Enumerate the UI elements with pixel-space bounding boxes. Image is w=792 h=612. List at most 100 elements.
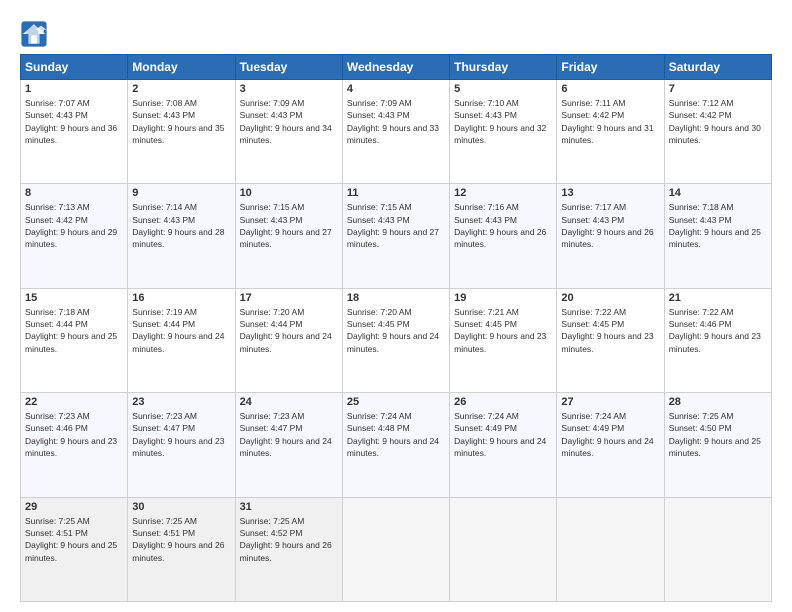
calendar-cell: 21 Sunrise: 7:22 AM Sunset: 4:46 PM Dayl…	[664, 288, 771, 392]
day-number: 10	[240, 187, 338, 199]
calendar-cell: 15 Sunrise: 7:18 AM Sunset: 4:44 PM Dayl…	[21, 288, 128, 392]
calendar-cell: 8 Sunrise: 7:13 AM Sunset: 4:42 PM Dayli…	[21, 184, 128, 288]
day-number: 14	[669, 187, 767, 199]
calendar-cell: 10 Sunrise: 7:15 AM Sunset: 4:43 PM Dayl…	[235, 184, 342, 288]
calendar-cell: 30 Sunrise: 7:25 AM Sunset: 4:51 PM Dayl…	[128, 497, 235, 601]
day-number: 1	[25, 83, 123, 95]
calendar-cell: 2 Sunrise: 7:08 AM Sunset: 4:43 PM Dayli…	[128, 80, 235, 184]
day-info: Sunrise: 7:12 AM Sunset: 4:42 PM Dayligh…	[669, 97, 767, 146]
day-info: Sunrise: 7:19 AM Sunset: 4:44 PM Dayligh…	[132, 306, 230, 355]
day-header-saturday: Saturday	[664, 55, 771, 80]
day-info: Sunrise: 7:23 AM Sunset: 4:46 PM Dayligh…	[25, 410, 123, 459]
day-number: 22	[25, 396, 123, 408]
calendar-week-row: 1 Sunrise: 7:07 AM Sunset: 4:43 PM Dayli…	[21, 80, 772, 184]
day-number: 31	[240, 501, 338, 513]
calendar-cell: 12 Sunrise: 7:16 AM Sunset: 4:43 PM Dayl…	[450, 184, 557, 288]
day-info: Sunrise: 7:15 AM Sunset: 4:43 PM Dayligh…	[347, 201, 445, 250]
day-number: 20	[561, 292, 659, 304]
day-number: 13	[561, 187, 659, 199]
calendar-header-row: SundayMondayTuesdayWednesdayThursdayFrid…	[21, 55, 772, 80]
day-info: Sunrise: 7:07 AM Sunset: 4:43 PM Dayligh…	[25, 97, 123, 146]
day-number: 18	[347, 292, 445, 304]
day-info: Sunrise: 7:18 AM Sunset: 4:43 PM Dayligh…	[669, 201, 767, 250]
calendar-cell	[342, 497, 449, 601]
day-number: 26	[454, 396, 552, 408]
calendar-cell	[557, 497, 664, 601]
day-number: 8	[25, 187, 123, 199]
calendar-cell: 22 Sunrise: 7:23 AM Sunset: 4:46 PM Dayl…	[21, 393, 128, 497]
calendar-cell: 20 Sunrise: 7:22 AM Sunset: 4:45 PM Dayl…	[557, 288, 664, 392]
calendar-cell: 11 Sunrise: 7:15 AM Sunset: 4:43 PM Dayl…	[342, 184, 449, 288]
day-info: Sunrise: 7:24 AM Sunset: 4:49 PM Dayligh…	[561, 410, 659, 459]
calendar-cell: 25 Sunrise: 7:24 AM Sunset: 4:48 PM Dayl…	[342, 393, 449, 497]
day-info: Sunrise: 7:25 AM Sunset: 4:50 PM Dayligh…	[669, 410, 767, 459]
day-info: Sunrise: 7:25 AM Sunset: 4:51 PM Dayligh…	[132, 515, 230, 564]
day-info: Sunrise: 7:11 AM Sunset: 4:42 PM Dayligh…	[561, 97, 659, 146]
day-number: 4	[347, 83, 445, 95]
day-info: Sunrise: 7:15 AM Sunset: 4:43 PM Dayligh…	[240, 201, 338, 250]
logo	[20, 20, 52, 48]
calendar-cell: 26 Sunrise: 7:24 AM Sunset: 4:49 PM Dayl…	[450, 393, 557, 497]
day-number: 7	[669, 83, 767, 95]
day-info: Sunrise: 7:20 AM Sunset: 4:45 PM Dayligh…	[347, 306, 445, 355]
calendar-cell: 28 Sunrise: 7:25 AM Sunset: 4:50 PM Dayl…	[664, 393, 771, 497]
day-info: Sunrise: 7:18 AM Sunset: 4:44 PM Dayligh…	[25, 306, 123, 355]
day-number: 9	[132, 187, 230, 199]
day-info: Sunrise: 7:10 AM Sunset: 4:43 PM Dayligh…	[454, 97, 552, 146]
day-number: 30	[132, 501, 230, 513]
day-info: Sunrise: 7:21 AM Sunset: 4:45 PM Dayligh…	[454, 306, 552, 355]
calendar-cell: 18 Sunrise: 7:20 AM Sunset: 4:45 PM Dayl…	[342, 288, 449, 392]
calendar-cell: 23 Sunrise: 7:23 AM Sunset: 4:47 PM Dayl…	[128, 393, 235, 497]
day-header-sunday: Sunday	[21, 55, 128, 80]
calendar-cell: 24 Sunrise: 7:23 AM Sunset: 4:47 PM Dayl…	[235, 393, 342, 497]
day-number: 5	[454, 83, 552, 95]
day-number: 24	[240, 396, 338, 408]
calendar-week-row: 29 Sunrise: 7:25 AM Sunset: 4:51 PM Dayl…	[21, 497, 772, 601]
day-number: 3	[240, 83, 338, 95]
day-info: Sunrise: 7:24 AM Sunset: 4:49 PM Dayligh…	[454, 410, 552, 459]
day-info: Sunrise: 7:16 AM Sunset: 4:43 PM Dayligh…	[454, 201, 552, 250]
calendar-cell: 7 Sunrise: 7:12 AM Sunset: 4:42 PM Dayli…	[664, 80, 771, 184]
day-header-wednesday: Wednesday	[342, 55, 449, 80]
day-info: Sunrise: 7:09 AM Sunset: 4:43 PM Dayligh…	[347, 97, 445, 146]
day-number: 28	[669, 396, 767, 408]
calendar-cell: 16 Sunrise: 7:19 AM Sunset: 4:44 PM Dayl…	[128, 288, 235, 392]
day-header-friday: Friday	[557, 55, 664, 80]
day-info: Sunrise: 7:23 AM Sunset: 4:47 PM Dayligh…	[240, 410, 338, 459]
day-number: 6	[561, 83, 659, 95]
calendar-cell: 19 Sunrise: 7:21 AM Sunset: 4:45 PM Dayl…	[450, 288, 557, 392]
day-number: 11	[347, 187, 445, 199]
calendar-table: SundayMondayTuesdayWednesdayThursdayFrid…	[20, 54, 772, 602]
day-header-thursday: Thursday	[450, 55, 557, 80]
day-info: Sunrise: 7:17 AM Sunset: 4:43 PM Dayligh…	[561, 201, 659, 250]
day-info: Sunrise: 7:22 AM Sunset: 4:46 PM Dayligh…	[669, 306, 767, 355]
calendar-cell: 29 Sunrise: 7:25 AM Sunset: 4:51 PM Dayl…	[21, 497, 128, 601]
calendar-cell	[450, 497, 557, 601]
calendar-cell: 14 Sunrise: 7:18 AM Sunset: 4:43 PM Dayl…	[664, 184, 771, 288]
day-info: Sunrise: 7:08 AM Sunset: 4:43 PM Dayligh…	[132, 97, 230, 146]
day-number: 25	[347, 396, 445, 408]
day-info: Sunrise: 7:22 AM Sunset: 4:45 PM Dayligh…	[561, 306, 659, 355]
calendar-cell: 17 Sunrise: 7:20 AM Sunset: 4:44 PM Dayl…	[235, 288, 342, 392]
day-number: 16	[132, 292, 230, 304]
calendar-week-row: 22 Sunrise: 7:23 AM Sunset: 4:46 PM Dayl…	[21, 393, 772, 497]
day-number: 23	[132, 396, 230, 408]
calendar-week-row: 8 Sunrise: 7:13 AM Sunset: 4:42 PM Dayli…	[21, 184, 772, 288]
day-info: Sunrise: 7:14 AM Sunset: 4:43 PM Dayligh…	[132, 201, 230, 250]
day-number: 2	[132, 83, 230, 95]
calendar-cell: 31 Sunrise: 7:25 AM Sunset: 4:52 PM Dayl…	[235, 497, 342, 601]
page: SundayMondayTuesdayWednesdayThursdayFrid…	[0, 0, 792, 612]
day-info: Sunrise: 7:20 AM Sunset: 4:44 PM Dayligh…	[240, 306, 338, 355]
day-info: Sunrise: 7:23 AM Sunset: 4:47 PM Dayligh…	[132, 410, 230, 459]
logo-icon	[20, 20, 48, 48]
day-info: Sunrise: 7:24 AM Sunset: 4:48 PM Dayligh…	[347, 410, 445, 459]
calendar-week-row: 15 Sunrise: 7:18 AM Sunset: 4:44 PM Dayl…	[21, 288, 772, 392]
calendar-cell: 9 Sunrise: 7:14 AM Sunset: 4:43 PM Dayli…	[128, 184, 235, 288]
day-number: 29	[25, 501, 123, 513]
calendar-cell: 3 Sunrise: 7:09 AM Sunset: 4:43 PM Dayli…	[235, 80, 342, 184]
day-number: 15	[25, 292, 123, 304]
calendar-cell: 13 Sunrise: 7:17 AM Sunset: 4:43 PM Dayl…	[557, 184, 664, 288]
day-number: 21	[669, 292, 767, 304]
day-number: 19	[454, 292, 552, 304]
day-header-tuesday: Tuesday	[235, 55, 342, 80]
